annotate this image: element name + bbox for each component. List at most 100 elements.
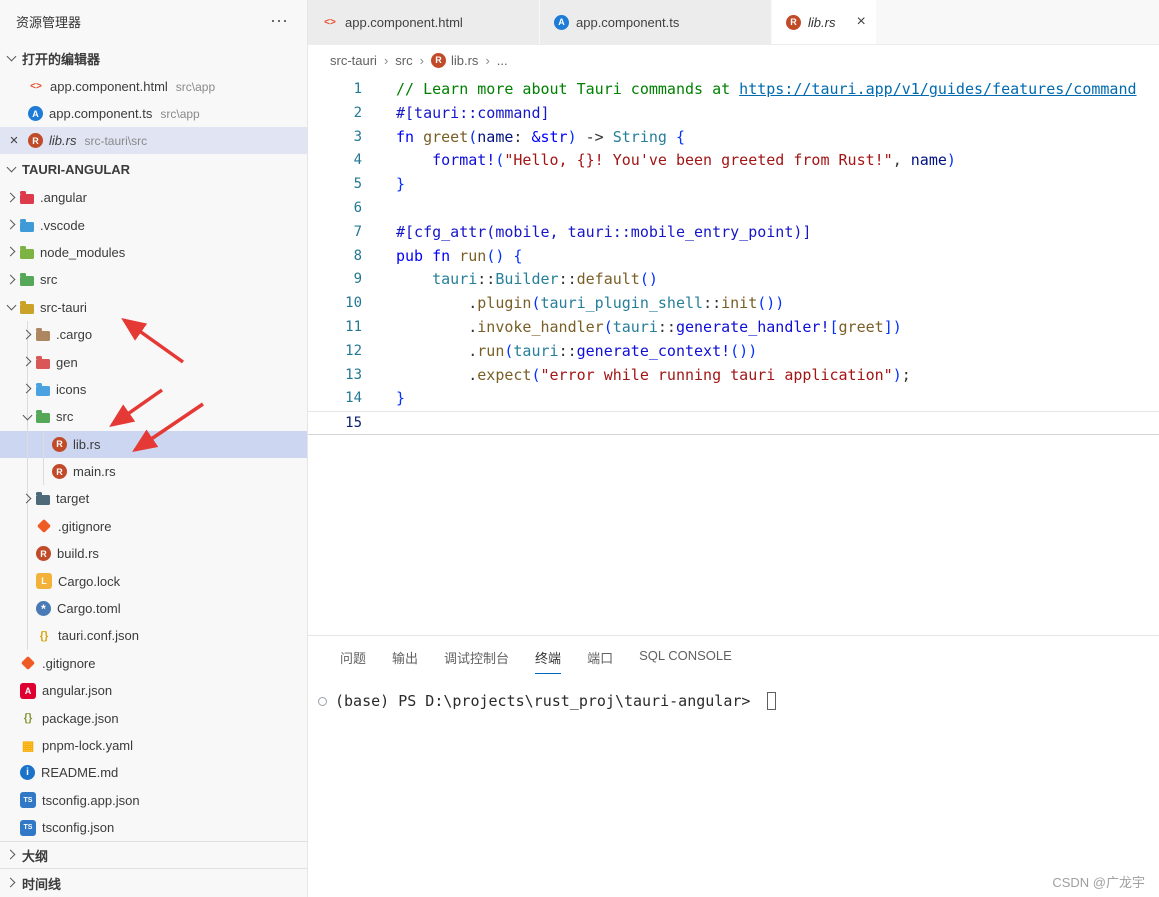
panel-tab-端口[interactable]: 端口 <box>587 648 613 674</box>
code-text: pub fn run() { <box>362 245 522 269</box>
chevron-right-icon <box>4 217 20 233</box>
tab-lib.rs[interactable]: Rlib.rs× <box>772 0 877 44</box>
tree-item-target[interactable]: target <box>0 485 307 512</box>
code-line-15[interactable]: 15 <box>308 411 1159 435</box>
tree-item-src[interactable]: src <box>0 266 307 293</box>
git-icon <box>37 519 51 533</box>
tab-label: app.component.html <box>345 15 463 30</box>
tree-item-pnpm-lock.yaml[interactable]: ▦pnpm-lock.yaml <box>0 732 307 759</box>
tree-item-lib.rs[interactable]: Rlib.rs <box>0 431 307 458</box>
line-number: 6 <box>308 197 362 221</box>
panel-tab-输出[interactable]: 输出 <box>392 648 418 674</box>
tree-item-icons[interactable]: icons <box>0 376 307 403</box>
code-line-12[interactable]: 12 .run(tauri::generate_context!()) <box>308 340 1159 364</box>
folder-tauri-icon <box>20 304 34 314</box>
code-line-14[interactable]: 14} <box>308 387 1159 411</box>
code-line-7[interactable]: 7#[cfg_attr(mobile, tauri::mobile_entry_… <box>308 221 1159 245</box>
tree-item-tsconfig.json[interactable]: TStsconfig.json <box>0 814 307 841</box>
line-number: 11 <box>308 316 362 340</box>
chevron-right-icon <box>4 190 20 206</box>
breadcrumb-item[interactable]: lib.rs <box>451 53 478 68</box>
tree-item-.vscode[interactable]: .vscode <box>0 211 307 238</box>
tree-item-src[interactable]: src <box>0 403 307 430</box>
outline-section[interactable]: 大纲 <box>0 841 307 868</box>
close-editor-icon[interactable]: × <box>6 133 22 149</box>
vscode-window: 资源管理器 ⋯ 打开的编辑器 <>app.component.htmlsrc\a… <box>0 0 1159 897</box>
code-text: // Learn more about Tauri commands at ht… <box>362 78 1137 102</box>
tree-item-tauri.conf.json[interactable]: {}tauri.conf.json <box>0 622 307 649</box>
chevron-right-icon <box>4 847 20 863</box>
tsconfig-icon: TS <box>20 792 36 808</box>
tree-item-build.rs[interactable]: Rbuild.rs <box>0 540 307 567</box>
chevron-right-icon <box>4 875 20 891</box>
line-number: 1 <box>308 78 362 102</box>
folder-icons-icon <box>36 386 50 396</box>
breadcrumb-item[interactable]: ... <box>497 53 508 68</box>
command-decoration-icon <box>318 697 327 706</box>
tree-item-.angular[interactable]: .angular <box>0 184 307 211</box>
tree-item-.gitignore[interactable]: .gitignore <box>0 650 307 677</box>
open-editor-app.component.ts[interactable]: Aapp.component.tssrc\app <box>0 100 307 127</box>
more-actions-icon[interactable]: ⋯ <box>270 11 289 32</box>
chevron-right-icon <box>20 327 36 343</box>
breadcrumb-item[interactable]: src-tauri <box>330 53 377 68</box>
rust-icon: R <box>52 464 67 479</box>
code-line-3[interactable]: 3fn greet(name: &str) -> String { <box>308 126 1159 150</box>
tree-item-tsconfig.app.json[interactable]: TS tsconfig.app.json <box>0 787 307 814</box>
code-text <box>362 197 396 221</box>
open-editors-header[interactable]: 打开的编辑器 <box>0 43 307 73</box>
folder-gen-icon <box>36 359 50 369</box>
explorer-sidebar: 资源管理器 ⋯ 打开的编辑器 <>app.component.htmlsrc\a… <box>0 0 308 897</box>
tree-item-gen[interactable]: gen <box>0 348 307 375</box>
tree-item-label: .angular <box>40 190 87 205</box>
code-line-4[interactable]: 4 format!("Hello, {}! You've been greete… <box>308 149 1159 173</box>
tree-item-Cargo.lock[interactable]: LCargo.lock <box>0 567 307 594</box>
code-line-1[interactable]: 1// Learn more about Tauri commands at h… <box>308 78 1159 102</box>
tab-app.component.ts[interactable]: Aapp.component.ts <box>540 0 772 44</box>
tree-item-.cargo[interactable]: .cargo <box>0 321 307 348</box>
line-number: 12 <box>308 340 362 364</box>
tree-item-angular.json[interactable]: Aangular.json <box>0 677 307 704</box>
tree-item-label: tsconfig.app.json <box>42 793 140 808</box>
tree-item-src-tauri[interactable]: src-tauri <box>0 294 307 321</box>
chevron-right-icon <box>20 354 36 370</box>
breadcrumb-item[interactable]: src <box>395 53 412 68</box>
tab-app.component.html[interactable]: <>app.component.html <box>308 0 540 44</box>
code-editor[interactable]: 1// Learn more about Tauri commands at h… <box>308 75 1159 635</box>
watermark: CSDN @广龙宇 <box>1052 872 1145 891</box>
code-line-10[interactable]: 10 .plugin(tauri_plugin_shell::init()) <box>308 292 1159 316</box>
tree-item-label: lib.rs <box>73 437 100 452</box>
code-line-9[interactable]: 9 tauri::Builder::default() <box>308 268 1159 292</box>
code-line-6[interactable]: 6 <box>308 197 1159 221</box>
code-line-13[interactable]: 13 .expect("error while running tauri ap… <box>308 364 1159 388</box>
tree-item-.gitignore[interactable]: .gitignore <box>0 513 307 540</box>
timeline-section[interactable]: 时间线 <box>0 868 307 897</box>
tree-item-label: package.json <box>42 711 119 726</box>
timeline-label: 时间线 <box>22 874 61 893</box>
tree-item-label: gen <box>56 355 78 370</box>
panel-tab-调试控制台[interactable]: 调试控制台 <box>444 648 509 674</box>
panel-tab-终端[interactable]: 终端 <box>535 648 561 674</box>
project-header[interactable]: TAURI-ANGULAR <box>0 154 307 184</box>
code-line-11[interactable]: 11 .invoke_handler(tauri::generate_handl… <box>308 316 1159 340</box>
panel-tab-问题[interactable]: 问题 <box>340 648 366 674</box>
code-text: .run(tauri::generate_context!()) <box>362 340 757 364</box>
tree-item-Cargo.toml[interactable]: *Cargo.toml <box>0 595 307 622</box>
code-line-8[interactable]: 8pub fn run() { <box>308 245 1159 269</box>
tree-item-label: src <box>56 409 73 424</box>
tree-item-package.json[interactable]: {} package.json <box>0 704 307 731</box>
open-editor-lib.rs[interactable]: ×Rlib.rssrc-tauri\src <box>0 127 307 154</box>
npm-icon: {} <box>20 710 36 726</box>
panel-tab-SQL CONSOLE[interactable]: SQL CONSOLE <box>639 648 732 674</box>
terminal[interactable]: (base) PS D:\projects\rust_proj\tauri-an… <box>318 692 1159 710</box>
close-tab-icon[interactable]: × <box>856 13 865 31</box>
tree-item-label: src <box>40 272 57 287</box>
code-line-2[interactable]: 2#[tauri::command] <box>308 102 1159 126</box>
code-line-5[interactable]: 5} <box>308 173 1159 197</box>
tree-item-node_modules[interactable]: node_modules <box>0 239 307 266</box>
open-editor-app.component.html[interactable]: <>app.component.htmlsrc\app <box>0 73 307 100</box>
line-number: 14 <box>308 387 362 411</box>
code-text <box>362 412 396 434</box>
tree-item-main.rs[interactable]: Rmain.rs <box>0 458 307 485</box>
tree-item-README.md[interactable]: iREADME.md <box>0 759 307 786</box>
